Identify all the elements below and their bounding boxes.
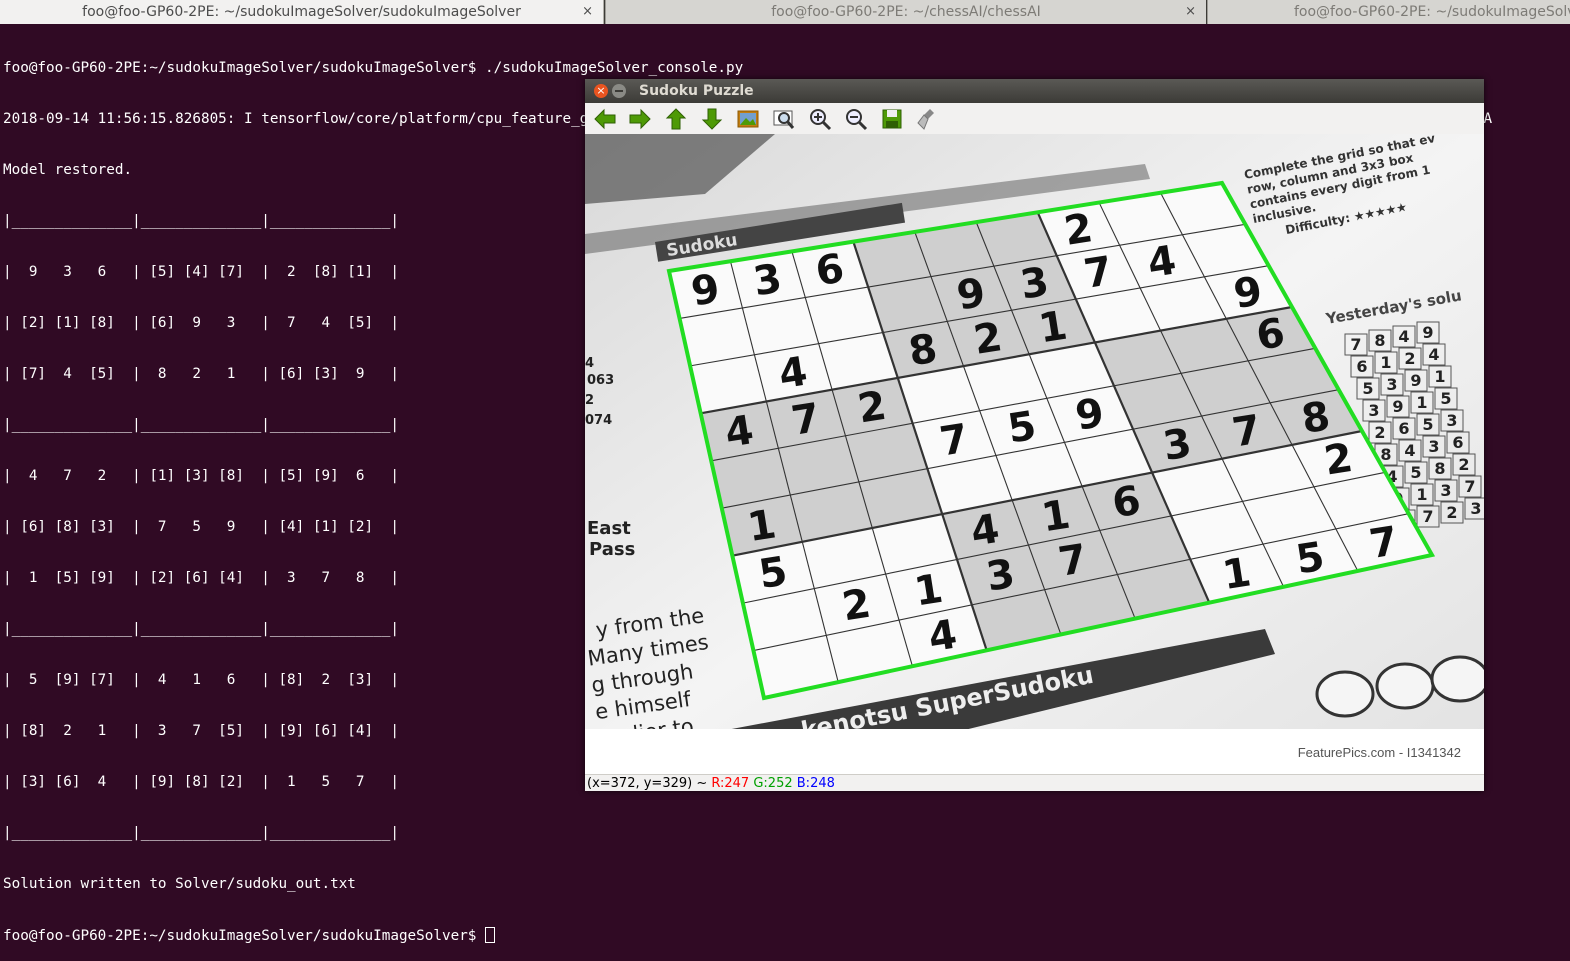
solution-digit: 6 bbox=[1398, 419, 1409, 438]
photo-left-number: 2 bbox=[585, 393, 594, 408]
zoom-in-icon[interactable] bbox=[806, 106, 834, 132]
arrow-left-icon[interactable] bbox=[591, 106, 619, 132]
terminal-line: Solution written to Solver/sudoku_out.tx… bbox=[3, 876, 356, 892]
clear-icon[interactable] bbox=[914, 106, 942, 132]
window-title: Sudoku Puzzle bbox=[639, 83, 754, 99]
solution-digit: 3 bbox=[1368, 401, 1379, 420]
zoom-fit-icon[interactable] bbox=[770, 106, 798, 132]
solution-digit: 1 bbox=[1416, 485, 1427, 504]
solution-digit: 2 bbox=[1458, 455, 1469, 474]
solution-digit: 2 bbox=[1404, 349, 1415, 368]
solution-digit: 2 bbox=[1374, 423, 1385, 442]
image-toolbar bbox=[585, 103, 1484, 135]
cursor-coords: (x=372, y=329) ~ bbox=[587, 776, 708, 791]
tab-sudoku-solver-2[interactable]: foo@foo-GP60-2PE: ~/sudokuImageSolver/su… bbox=[1207, 0, 1570, 24]
solution-digit: 5 bbox=[1422, 415, 1433, 434]
photo-left-number: 074 bbox=[585, 413, 612, 428]
east-pass-text: Pass bbox=[589, 539, 635, 560]
tab-close-icon[interactable]: × bbox=[582, 0, 593, 24]
solution-digit: 9 bbox=[1410, 371, 1421, 390]
solution-digit: 8 bbox=[1374, 331, 1385, 350]
tab-sudoku-solver[interactable]: foo@foo-GP60-2PE: ~/sudokuImageSolver/su… bbox=[0, 0, 604, 24]
photo-left-number: 063 bbox=[587, 373, 614, 388]
solution-digit: 7 bbox=[1464, 477, 1475, 496]
solution-digit: 5 bbox=[1362, 379, 1373, 398]
red-value: R:247 bbox=[711, 776, 750, 791]
solution-digit: 7 bbox=[1422, 507, 1433, 526]
solution-digit: 1 bbox=[1380, 353, 1391, 372]
solution-digit: 5 bbox=[1410, 463, 1421, 482]
arrow-right-icon[interactable] bbox=[626, 106, 654, 132]
solution-digit: 3 bbox=[1440, 481, 1451, 500]
solution-digit: 5 bbox=[1440, 389, 1451, 408]
arrow-down-icon[interactable] bbox=[698, 106, 726, 132]
solution-digit: 1 bbox=[1416, 393, 1427, 412]
terminal-cursor[interactable] bbox=[485, 927, 496, 943]
tab-title: foo@foo-GP60-2PE: ~/sudokuImageSolver/su… bbox=[1294, 4, 1570, 20]
solution-digit: 3 bbox=[1446, 411, 1457, 430]
window-titlebar[interactable]: × Sudoku Puzzle bbox=[585, 79, 1484, 103]
arrow-up-icon[interactable] bbox=[662, 106, 690, 132]
solution-digit: 4 bbox=[1398, 327, 1409, 346]
photo-left-number: 4 bbox=[585, 356, 594, 371]
solution-digit: 2 bbox=[1446, 503, 1457, 522]
solution-digit: 6 bbox=[1356, 357, 1367, 376]
sudoku-puzzle-window: × Sudoku Puzzle Sudoku Complete the grid… bbox=[585, 79, 1484, 791]
solution-digit: 9 bbox=[1422, 323, 1433, 342]
solution-digit: 8 bbox=[1434, 459, 1445, 478]
east-pass-text: East bbox=[587, 518, 631, 539]
image-canvas[interactable]: Sudoku Complete the grid so that ev row,… bbox=[585, 134, 1484, 774]
solution-digit: 1 bbox=[1434, 367, 1445, 386]
image-icon[interactable] bbox=[734, 106, 762, 132]
tab-title: foo@foo-GP60-2PE: ~/chessAI/chessAI bbox=[771, 4, 1041, 20]
window-close-icon[interactable]: × bbox=[594, 84, 608, 98]
save-icon[interactable] bbox=[878, 106, 906, 132]
terminal-tab-bar: foo@foo-GP60-2PE: ~/sudokuImageSolver/su… bbox=[0, 0, 1570, 24]
tab-close-icon[interactable]: × bbox=[1185, 0, 1196, 24]
solution-digit: 9 bbox=[1392, 397, 1403, 416]
zoom-out-icon[interactable] bbox=[842, 106, 870, 132]
terminal-prompt-line: foo@foo-GP60-2PE:~/sudokuImageSolver/sud… bbox=[3, 927, 1492, 944]
sudoku-photo: Sudoku Complete the grid so that ev row,… bbox=[585, 134, 1484, 774]
solution-digit: 7 bbox=[1350, 335, 1361, 354]
solution-digit: 4 bbox=[1404, 441, 1415, 460]
blue-value: B:248 bbox=[796, 776, 835, 791]
terminal-prompt: foo@foo-GP60-2PE:~/sudokuImageSolver/sud… bbox=[3, 928, 486, 944]
terminal-line: foo@foo-GP60-2PE:~/sudokuImageSolver/sud… bbox=[3, 60, 744, 76]
solution-digit: 4 bbox=[1428, 345, 1439, 364]
watermark-text: FeaturePics.com - I1341342 bbox=[1298, 745, 1461, 760]
window-minimize-icon[interactable] bbox=[612, 84, 626, 98]
pixel-status-bar: (x=372, y=329) ~ R:247 G:252 B:248 bbox=[585, 774, 1484, 791]
solution-digit: 8 bbox=[1380, 445, 1391, 464]
tab-chess-ai[interactable]: foo@foo-GP60-2PE: ~/chessAI/chessAI × bbox=[605, 0, 1206, 24]
solution-digit: 3 bbox=[1386, 375, 1397, 394]
tab-title: foo@foo-GP60-2PE: ~/sudokuImageSolver/su… bbox=[82, 4, 521, 20]
solution-digit: 3 bbox=[1428, 437, 1439, 456]
green-value: G:252 bbox=[753, 776, 793, 791]
solution-digit: 6 bbox=[1452, 433, 1463, 452]
solution-digit: 3 bbox=[1470, 499, 1481, 518]
